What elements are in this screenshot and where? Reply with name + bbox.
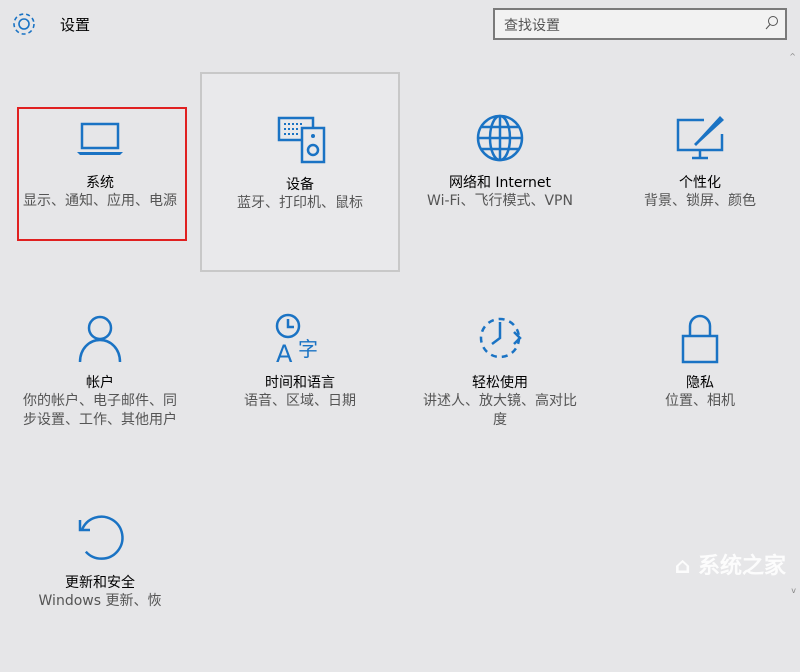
- tile-name: 更新和安全: [0, 572, 200, 592]
- search-placeholder: 查找设置: [504, 18, 560, 34]
- update-icon: [74, 512, 126, 564]
- tile-name: 隐私: [600, 372, 800, 392]
- tile-name: 设备: [202, 174, 398, 194]
- tile-name: 帐户: [0, 372, 200, 392]
- globe-icon: [474, 112, 526, 164]
- tile-privacy[interactable]: 隐私 位置、相机: [600, 272, 800, 472]
- tile-name: 网络和 Internet: [400, 172, 600, 192]
- svg-text:字: 字: [298, 337, 318, 361]
- devices-icon: [276, 114, 328, 166]
- svg-text:A: A: [276, 340, 293, 364]
- time-language-icon: A字: [274, 312, 326, 364]
- tile-name: 时间和语言: [200, 372, 400, 392]
- search-input[interactable]: 查找设置: [493, 8, 787, 40]
- scroll-down-arrow[interactable]: v: [791, 586, 796, 595]
- laptop-icon: [74, 112, 126, 164]
- personalization-icon: [674, 112, 726, 164]
- lock-icon: [674, 312, 726, 364]
- tile-network[interactable]: 网络和 Internet Wi-Fi、飞行模式、VPN: [400, 72, 600, 272]
- tile-desc: 语音、区域、日期: [222, 392, 378, 411]
- tile-personalization[interactable]: 个性化 背景、锁屏、颜色: [600, 72, 800, 272]
- ease-of-access-icon: [474, 312, 526, 364]
- watermark-logo: ⌂ 系统之家: [675, 548, 786, 580]
- tile-accounts[interactable]: 帐户 你的帐户、电子邮件、同步设置、工作、其他用户: [0, 272, 200, 472]
- tile-desc: 你的帐户、电子邮件、同步设置、工作、其他用户: [22, 392, 178, 430]
- search-icon[interactable]: [765, 15, 779, 31]
- page-title: 设置: [60, 14, 90, 35]
- person-icon: [74, 312, 126, 364]
- tile-desc: 显示、通知、应用、电源: [22, 192, 178, 211]
- tile-name: 个性化: [600, 172, 800, 192]
- tile-system[interactable]: 系统 显示、通知、应用、电源: [0, 72, 200, 272]
- tile-desc: 蓝牙、打印机、鼠标: [224, 194, 376, 213]
- tile-name: 轻松使用: [400, 372, 600, 392]
- tile-desc: Wi-Fi、飞行模式、VPN: [422, 192, 578, 211]
- scroll-up-arrow[interactable]: ^: [789, 52, 796, 61]
- tile-desc: 背景、锁屏、颜色: [622, 192, 778, 211]
- tile-desc: 位置、相机: [622, 392, 778, 411]
- tile-devices[interactable]: 设备 蓝牙、打印机、鼠标: [200, 72, 400, 272]
- gear-icon: [10, 10, 38, 38]
- tile-ease-of-access[interactable]: 轻松使用 讲述人、放大镜、高对比度: [400, 272, 600, 472]
- tile-name: 系统: [0, 172, 200, 192]
- tile-time-language[interactable]: A字 时间和语言 语音、区域、日期: [200, 272, 400, 472]
- tile-desc: 讲述人、放大镜、高对比度: [422, 392, 578, 430]
- tile-update-security[interactable]: 更新和安全 Windows 更新、恢: [0, 472, 200, 672]
- tile-desc: Windows 更新、恢: [22, 592, 178, 611]
